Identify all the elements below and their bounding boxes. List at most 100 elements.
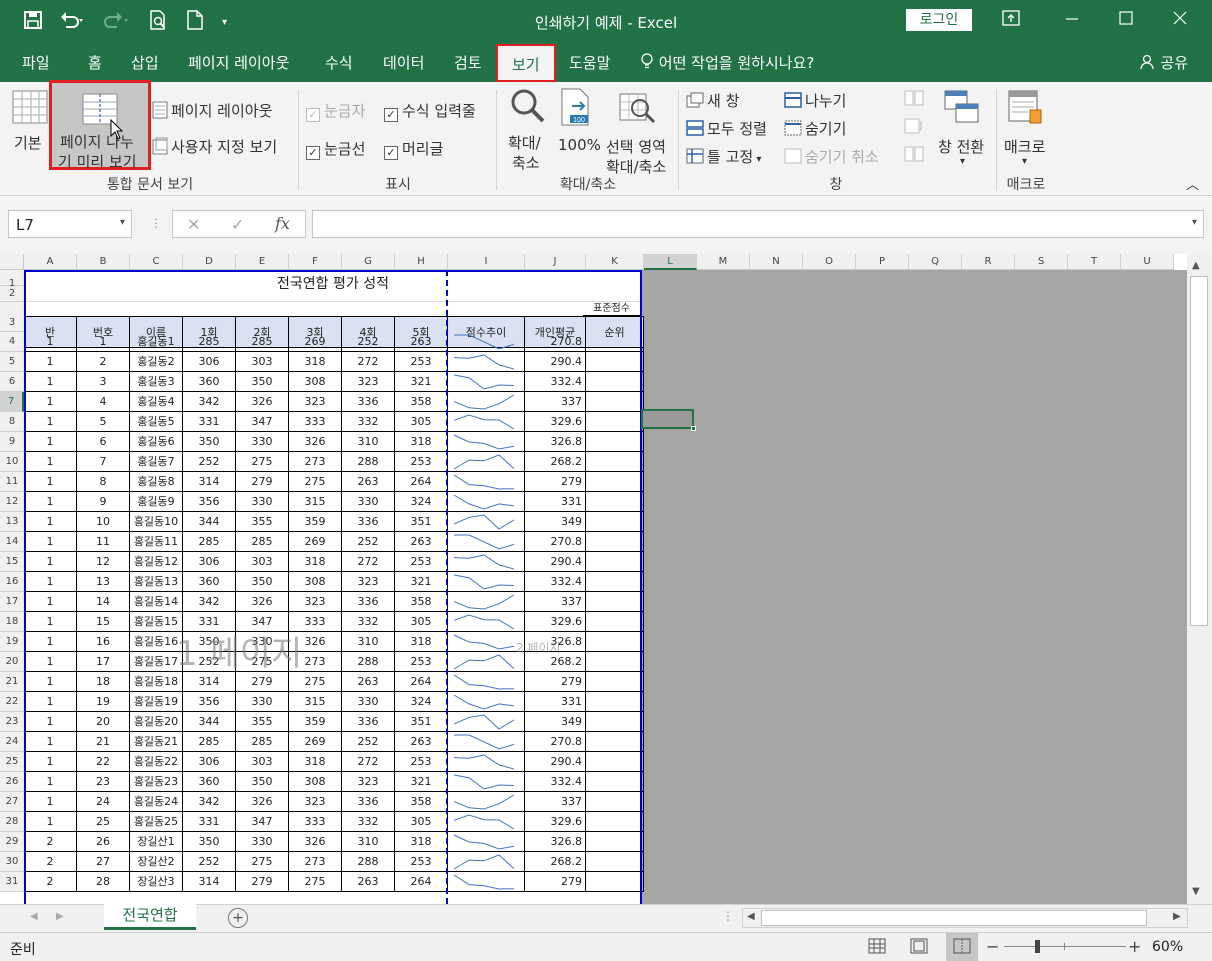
table-cell[interactable]: 252	[183, 852, 236, 872]
row-header[interactable]: 13	[0, 512, 24, 532]
average-cell[interactable]: 329.6	[525, 412, 586, 432]
table-cell[interactable]: 314	[183, 472, 236, 492]
row-header[interactable]: 8	[0, 412, 24, 432]
switch-windows-button[interactable]: 창 전환 ▾	[934, 88, 992, 172]
rank-cell[interactable]	[586, 672, 644, 692]
normal-view-button[interactable]: 기본	[8, 88, 52, 162]
rank-cell[interactable]	[586, 832, 644, 852]
rank-cell[interactable]	[586, 612, 644, 632]
table-cell[interactable]: 2	[24, 832, 77, 852]
enter-icon[interactable]: ✓	[231, 215, 244, 234]
table-cell[interactable]: 359	[289, 712, 342, 732]
table-cell[interactable]: 273	[289, 852, 342, 872]
column-header[interactable]: N	[750, 254, 803, 270]
tab-view[interactable]: 보기	[496, 44, 556, 82]
column-header[interactable]: E	[236, 254, 289, 270]
rank-cell[interactable]	[586, 772, 644, 792]
table-cell[interactable]: 305	[395, 812, 448, 832]
column-header[interactable]: F	[289, 254, 342, 270]
headings-checkbox[interactable]: ✓ 머리글	[384, 138, 443, 160]
table-cell[interactable]: 2	[77, 352, 130, 372]
average-cell[interactable]: 268.2	[525, 452, 586, 472]
table-cell[interactable]: 303	[236, 352, 289, 372]
table-cell[interactable]: 350	[236, 372, 289, 392]
table-cell[interactable]: 351	[395, 512, 448, 532]
table-cell[interactable]: 332	[342, 412, 395, 432]
row-header[interactable]: 30	[0, 852, 24, 872]
tab-help[interactable]: 도움말	[569, 52, 610, 73]
table-cell[interactable]: 홍길동1	[130, 332, 183, 352]
column-header[interactable]: G	[342, 254, 395, 270]
add-sheet-button[interactable]: +	[228, 908, 248, 928]
average-cell[interactable]: 329.6	[525, 612, 586, 632]
table-cell[interactable]: 12	[77, 552, 130, 572]
table-cell[interactable]: 1	[24, 372, 77, 392]
unhide-button[interactable]: 숨기기 취소	[784, 146, 879, 167]
table-cell[interactable]: 285	[236, 332, 289, 352]
new-window-button[interactable]: 새 창	[686, 90, 739, 111]
table-cell[interactable]: 253	[395, 352, 448, 372]
row-header[interactable]: 17	[0, 592, 24, 612]
rank-cell[interactable]	[586, 492, 644, 512]
scroll-down-arrow[interactable]: ▼	[1192, 886, 1200, 897]
rank-cell[interactable]	[586, 792, 644, 812]
table-cell[interactable]: 10	[77, 512, 130, 532]
insert-function-icon[interactable]: fx	[275, 214, 290, 233]
table-cell[interactable]: 336	[342, 712, 395, 732]
rank-cell[interactable]	[586, 392, 644, 412]
table-cell[interactable]: 351	[395, 712, 448, 732]
tab-insert[interactable]: 삽입	[131, 52, 159, 73]
table-cell[interactable]: 326	[236, 392, 289, 412]
table-cell[interactable]: 355	[236, 712, 289, 732]
table-cell[interactable]: 9	[77, 492, 130, 512]
table-cell[interactable]: 홍길동5	[130, 412, 183, 432]
column-header[interactable]: K	[586, 254, 644, 270]
table-cell[interactable]: 279	[236, 672, 289, 692]
table-cell[interactable]: 253	[395, 452, 448, 472]
table-cell[interactable]: 275	[289, 672, 342, 692]
table-cell[interactable]: 326	[289, 832, 342, 852]
table-cell[interactable]: 336	[342, 592, 395, 612]
table-cell[interactable]: 1	[24, 492, 77, 512]
column-header[interactable]: R	[962, 254, 1015, 270]
average-cell[interactable]: 332.4	[525, 772, 586, 792]
table-cell[interactable]: 310	[342, 832, 395, 852]
rank-cell[interactable]	[586, 572, 644, 592]
table-cell[interactable]: 263	[342, 872, 395, 892]
table-cell[interactable]: 263	[342, 672, 395, 692]
table-cell[interactable]: 310	[342, 432, 395, 452]
table-cell[interactable]: 5	[77, 412, 130, 432]
table-cell[interactable]: 275	[236, 452, 289, 472]
custom-views-button[interactable]: 사용자 지정 보기	[152, 136, 277, 157]
column-header[interactable]: U	[1121, 254, 1174, 270]
table-cell[interactable]: 홍길동4	[130, 392, 183, 412]
fill-handle[interactable]	[691, 426, 696, 431]
table-cell[interactable]: 344	[183, 712, 236, 732]
table-cell[interactable]: 326	[289, 432, 342, 452]
horizontal-scroll-thumb[interactable]	[761, 910, 1147, 926]
table-cell[interactable]: 269	[289, 532, 342, 552]
table-cell[interactable]: 318	[395, 832, 448, 852]
tab-split-handle[interactable]: ⋮	[722, 909, 734, 923]
chevron-down-icon[interactable]: ▾	[1192, 217, 1197, 228]
table-cell[interactable]: 26	[77, 832, 130, 852]
table-cell[interactable]: 360	[183, 372, 236, 392]
page-break-preview-button[interactable]: 페이지 나누 기 미리 보기	[49, 80, 151, 171]
formula-bar-checkbox[interactable]: ✓ 수식 입력줄	[384, 100, 476, 122]
table-cell[interactable]: 1	[24, 432, 77, 452]
rank-cell[interactable]	[586, 752, 644, 772]
table-cell[interactable]: 305	[395, 412, 448, 432]
table-cell[interactable]: 1	[24, 332, 77, 352]
row-header[interactable]: 2	[0, 286, 24, 302]
table-cell[interactable]: 336	[342, 792, 395, 812]
average-cell[interactable]: 332.4	[525, 572, 586, 592]
table-cell[interactable]: 1	[24, 652, 77, 672]
table-cell[interactable]: 27	[77, 852, 130, 872]
table-cell[interactable]: 318	[289, 552, 342, 572]
table-cell[interactable]: 1	[24, 732, 77, 752]
table-cell[interactable]: 1	[24, 352, 77, 372]
row-header[interactable]: 3	[0, 302, 24, 332]
table-cell[interactable]: 303	[236, 552, 289, 572]
rank-cell[interactable]	[586, 652, 644, 672]
rank-cell[interactable]	[586, 452, 644, 472]
